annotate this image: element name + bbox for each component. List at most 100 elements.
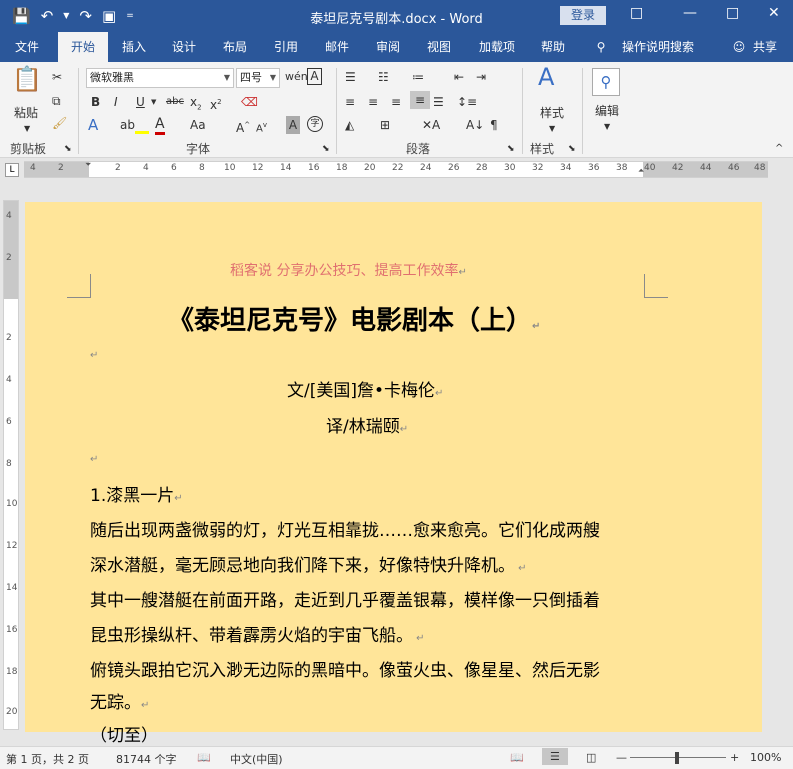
align-center-icon[interactable]: ≡ bbox=[368, 93, 378, 111]
show-marks-icon[interactable]: ¶ bbox=[490, 116, 498, 134]
tab-review[interactable]: 审阅 bbox=[366, 32, 410, 62]
font-size-combo[interactable]: 四号 ▼ bbox=[236, 68, 280, 88]
clear-formatting-icon[interactable]: ⌫ bbox=[241, 93, 258, 111]
minimize-icon[interactable]: — bbox=[683, 5, 697, 21]
tab-insert[interactable]: 插入 bbox=[112, 32, 156, 62]
shading-icon[interactable]: ◭ bbox=[345, 116, 354, 134]
grow-font-icon[interactable]: A^ bbox=[236, 116, 250, 137]
distributed-icon[interactable]: ☰ bbox=[433, 93, 444, 111]
ruler-tick-label: 4 bbox=[6, 375, 12, 385]
tell-me-search[interactable]: 操作说明搜索 bbox=[618, 32, 698, 62]
ruler-tick-label: 34 bbox=[560, 163, 572, 173]
language[interactable]: 中文(中国) bbox=[230, 751, 283, 767]
tab-selector[interactable]: L bbox=[5, 163, 19, 177]
align-left-icon[interactable]: ≡ bbox=[345, 93, 355, 111]
read-mode-icon[interactable]: 📖 bbox=[510, 751, 524, 764]
tab-references[interactable]: 引用 bbox=[264, 32, 308, 62]
change-case-icon[interactable]: Aa bbox=[190, 116, 206, 134]
horizontal-ruler[interactable]: 4 2 ⏷ 2 4 6 8 10 12 14 16 18 20 22 24 26… bbox=[24, 160, 768, 178]
sort-icon[interactable]: A↓ bbox=[466, 116, 484, 134]
ruler-tick-label: 10 bbox=[224, 163, 236, 173]
character-shading-icon[interactable]: A bbox=[286, 116, 300, 134]
page-count[interactable]: 第 1 页，共 2 页 bbox=[6, 751, 89, 767]
zoom-in-icon[interactable]: + bbox=[730, 751, 739, 764]
align-right-icon[interactable]: ≡ bbox=[391, 93, 401, 111]
copy-icon[interactable]: ⧉ bbox=[52, 92, 61, 110]
divider bbox=[522, 68, 523, 154]
group-label-font: 字体 bbox=[186, 142, 211, 156]
ruler-tick-label: 32 bbox=[532, 163, 544, 173]
search-icon[interactable]: ⚲ bbox=[592, 68, 620, 96]
decrease-indent-icon[interactable]: ⇤ bbox=[454, 68, 464, 86]
strikethrough-icon[interactable]: abc bbox=[166, 93, 184, 111]
shrink-font-icon[interactable]: Av bbox=[256, 116, 267, 138]
paragraph-launcher-icon[interactable]: ⬊ bbox=[507, 140, 515, 158]
text-effects-icon[interactable]: A bbox=[88, 116, 98, 134]
cut-icon[interactable]: ✂ bbox=[52, 68, 62, 86]
zoom-level[interactable]: 100% bbox=[750, 751, 781, 764]
increase-indent-icon[interactable]: ⇥ bbox=[476, 68, 486, 86]
bullets-icon[interactable]: ☰ bbox=[345, 68, 356, 86]
body-line: 无踪。↵ bbox=[90, 693, 150, 713]
word-count[interactable]: 81744 个字 bbox=[116, 751, 177, 767]
styles-icon[interactable]: A bbox=[538, 65, 554, 89]
tab-addins[interactable]: 加载项 bbox=[472, 32, 522, 62]
paste-dropdown-icon[interactable]: ▼ bbox=[24, 120, 30, 138]
chinese-layout-icon[interactable]: ✕A bbox=[422, 116, 440, 134]
tab-view[interactable]: 视图 bbox=[417, 32, 461, 62]
web-layout-icon[interactable]: ◫ bbox=[586, 751, 596, 764]
ruler-tick-label: 48 bbox=[754, 163, 766, 173]
ruler-tick-label: 8 bbox=[199, 163, 205, 173]
share-button[interactable]: 共享 bbox=[748, 32, 782, 62]
bold-icon[interactable]: B bbox=[91, 93, 100, 111]
tab-layout[interactable]: 布局 bbox=[213, 32, 257, 62]
zoom-out-icon[interactable]: — bbox=[616, 751, 627, 764]
numbering-icon[interactable]: ☷ bbox=[378, 68, 389, 86]
first-line-indent-marker[interactable]: ⏷ bbox=[85, 160, 91, 170]
collapse-ribbon-icon[interactable]: ^ bbox=[775, 140, 783, 158]
zoom-thumb[interactable] bbox=[675, 752, 679, 764]
phonetic-guide-icon[interactable]: wén bbox=[285, 68, 308, 86]
justify-icon[interactable]: ≡ bbox=[410, 91, 430, 109]
enclose-character-icon[interactable]: 字 bbox=[307, 116, 323, 132]
tab-mailings[interactable]: 邮件 bbox=[315, 32, 359, 62]
borders-icon[interactable]: ⊞ bbox=[380, 116, 390, 134]
font-size-value: 四号 bbox=[240, 71, 262, 84]
maximize-icon[interactable]: □ bbox=[726, 5, 739, 21]
underline-dropdown-icon[interactable]: ▼ bbox=[151, 93, 156, 111]
line-spacing-icon[interactable]: ↕≡ bbox=[457, 93, 477, 111]
close-icon[interactable]: ✕ bbox=[768, 5, 780, 21]
tab-file[interactable]: 文件 bbox=[4, 32, 50, 62]
tab-design[interactable]: 设计 bbox=[162, 32, 206, 62]
ribbon-display-icon[interactable]: □ bbox=[630, 5, 643, 21]
print-layout-icon[interactable]: ☰ bbox=[542, 748, 568, 765]
highlight-color-icon[interactable]: ab bbox=[120, 116, 149, 134]
ruler-tick-label: 6 bbox=[171, 163, 177, 173]
paste-icon[interactable]: 📋 bbox=[12, 67, 42, 91]
status-bar: 第 1 页，共 2 页 81744 个字 📖 中文(中国) 📖 ☰ ◫ — + … bbox=[0, 746, 793, 769]
character-border-icon[interactable]: A bbox=[307, 68, 322, 85]
login-button[interactable]: 登录 bbox=[560, 6, 606, 25]
document-page[interactable]: 稻客说 分享办公技巧、提高工作效率↵ 《泰坦尼克号》电影剧本（上）↵ ↵ 文/[… bbox=[25, 202, 762, 746]
superscript-icon[interactable]: x2 bbox=[210, 93, 222, 114]
styles-dropdown-icon[interactable]: ▼ bbox=[549, 120, 555, 138]
styles-launcher-icon[interactable]: ⬊ bbox=[568, 140, 576, 158]
subscript-icon[interactable]: x2 bbox=[190, 93, 202, 116]
multilevel-list-icon[interactable]: ≔ bbox=[412, 68, 424, 86]
body-line: 其中一艘潜艇在前面开路，走近到几乎覆盖银幕，模样像一只倒插着 bbox=[90, 591, 600, 611]
tab-help[interactable]: 帮助 bbox=[531, 32, 575, 62]
font-color-icon[interactable]: A bbox=[155, 116, 165, 135]
vertical-ruler[interactable]: 4 2 2 4 6 8 10 12 14 16 18 20 bbox=[3, 200, 19, 730]
format-painter-icon[interactable]: 🖌 bbox=[52, 114, 67, 132]
tab-home[interactable]: 开始 bbox=[58, 32, 108, 62]
clipboard-launcher-icon[interactable]: ⬊ bbox=[64, 140, 72, 158]
editing-dropdown-icon[interactable]: ▼ bbox=[604, 118, 610, 136]
paragraph-mark: ↵ bbox=[90, 350, 99, 361]
italic-icon[interactable]: I bbox=[114, 93, 118, 111]
underline-icon[interactable]: U bbox=[136, 93, 145, 111]
font-launcher-icon[interactable]: ⬊ bbox=[322, 140, 330, 158]
divider bbox=[78, 68, 79, 154]
font-name-value: 微软雅黑 bbox=[90, 71, 134, 84]
font-name-combo[interactable]: 微软雅黑 ▼ bbox=[86, 68, 234, 88]
proofing-icon[interactable]: 📖 bbox=[197, 751, 211, 764]
